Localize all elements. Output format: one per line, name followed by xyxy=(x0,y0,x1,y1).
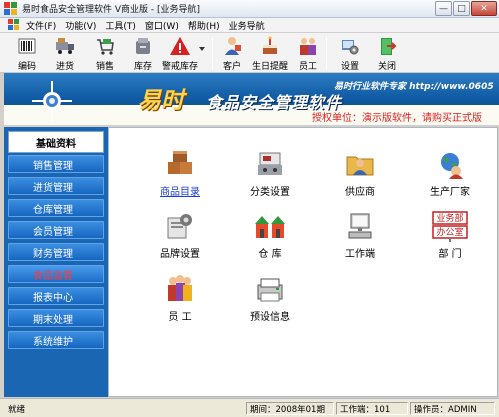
toolbar-stock-alert-button[interactable]: 警戒库存 xyxy=(162,35,198,72)
status-period: 期间：2008年01期 xyxy=(246,402,334,415)
birthday-cake-icon xyxy=(259,35,281,57)
status-ready: 就绪 xyxy=(8,404,26,415)
status-operator: 操作员：ADMIN xyxy=(410,402,495,415)
app-logo-icon xyxy=(4,1,18,16)
category-scale-icon xyxy=(254,148,286,180)
product-boxes-icon xyxy=(164,148,196,180)
status-bar: 就绪 期间：2008年01期 工作端：101 操作员：ADMIN xyxy=(0,398,499,417)
warning-icon xyxy=(169,35,191,57)
toolbar-separator xyxy=(212,37,213,69)
content-item-supplier[interactable]: 供应商 xyxy=(320,148,400,198)
exit-door-icon xyxy=(376,35,398,57)
toolbar-customer-button[interactable]: 客户 xyxy=(221,35,243,72)
toolbar-settings-button[interactable]: 设置 xyxy=(339,35,361,72)
preset-info-icon xyxy=(254,273,286,305)
settings-icon xyxy=(339,35,361,57)
sidebar-item-finance[interactable]: 财务管理 xyxy=(8,243,104,261)
employees-icon xyxy=(164,273,196,305)
department-sign-icon: 业务部 办公室 xyxy=(431,210,469,242)
sidebar-item-sales[interactable]: 销售管理 xyxy=(8,155,104,173)
customer-icon xyxy=(221,35,243,57)
menu-file[interactable]: 文件(F) xyxy=(26,19,56,32)
menu-business-nav[interactable]: 业务导航 xyxy=(229,19,265,32)
content-item-employees[interactable]: 员 工 xyxy=(140,273,220,323)
stock-alert-dropdown-arrow[interactable] xyxy=(199,47,205,51)
content-item-workstation[interactable]: 工作端 xyxy=(320,210,400,260)
shopping-cart-icon xyxy=(94,35,116,57)
content-item-manufacturer[interactable]: 生产厂家 xyxy=(410,148,490,198)
menu-tools[interactable]: 工具(T) xyxy=(105,19,136,32)
content-item-department[interactable]: 业务部 办公室 部 门 xyxy=(410,210,490,260)
title-bar: 易时食品安全管理软件 V商业版 - [业务导航] — □ ✕ xyxy=(0,0,499,18)
sidebar-item-period-end[interactable]: 期末处理 xyxy=(8,309,104,327)
toolbar-purchase-button[interactable]: 进货 xyxy=(54,35,76,72)
toolbar-birthday-button[interactable]: 生日提醒 xyxy=(252,35,288,72)
toolbar: 编码 进货 销售 库存 警戒库存 客户 生日提醒 员工 设置 关闭 xyxy=(0,33,499,73)
sign-business-dept: 业务部 xyxy=(436,212,463,224)
supplier-folder-icon xyxy=(344,148,376,180)
brand-banner: 易时行业软件专家 http://www.0605 易时 食品安全管理软件 授权单… xyxy=(4,73,499,125)
barcode-icon xyxy=(16,35,38,57)
banner-brand: 易时 xyxy=(138,87,184,114)
maximize-button[interactable]: □ xyxy=(453,1,470,16)
truck-icon xyxy=(54,35,76,57)
staff-icon xyxy=(297,35,319,57)
status-terminal: 工作端：101 xyxy=(336,402,408,415)
workstation-computer-icon xyxy=(344,210,376,242)
toolbar-staff-button[interactable]: 员工 xyxy=(297,35,319,72)
window-title: 易时食品安全管理软件 V商业版 - [业务导航] xyxy=(22,5,201,15)
manufacturer-globe-icon xyxy=(434,148,466,180)
sign-office: 办公室 xyxy=(436,226,463,238)
content-item-brand-settings[interactable]: 品牌设置 xyxy=(140,210,220,260)
minimize-button[interactable]: — xyxy=(435,1,452,16)
sidebar-item-system[interactable]: 系统维护 xyxy=(8,331,104,349)
sidebar: 基础资料 销售管理 进货管理 仓库管理 会员管理 财务管理 食品监管 报表中心 … xyxy=(4,127,108,397)
storage-box-icon xyxy=(132,35,154,57)
crosshair-logo-icon xyxy=(32,81,72,121)
sidebar-item-warehouse[interactable]: 仓库管理 xyxy=(8,199,104,217)
content-item-warehouse[interactable]: 仓 库 xyxy=(230,210,310,260)
license-notice: 授权单位：演示版软件，请购买正式版 xyxy=(312,113,482,124)
menu-help[interactable]: 帮助(H) xyxy=(188,19,220,32)
menu-function[interactable]: 功能(V) xyxy=(65,19,96,32)
content-item-product-catalog[interactable]: 商品目录 xyxy=(140,148,220,198)
toolbar-inventory-button[interactable]: 库存 xyxy=(132,35,154,72)
warehouse-icon xyxy=(254,210,286,242)
content-item-category-settings[interactable]: 分类设置 xyxy=(230,148,310,198)
close-window-button[interactable]: ✕ xyxy=(471,1,497,16)
sidebar-item-food-supervision[interactable]: 食品监管 xyxy=(8,265,104,283)
sidebar-item-purchase[interactable]: 进货管理 xyxy=(8,177,104,195)
content-item-preset-info[interactable]: 预设信息 xyxy=(230,273,310,323)
toolbar-barcode-button[interactable]: 编码 xyxy=(16,35,38,72)
menu-logo-icon xyxy=(8,19,20,31)
sidebar-header[interactable]: 基础资料 xyxy=(8,131,104,153)
main-content: 商品目录 分类设置 供应商 生产厂家 品牌设置 仓 库 工作端 业务部 办公室 … xyxy=(108,127,498,397)
toolbar-sales-button[interactable]: 销售 xyxy=(94,35,116,72)
banner-slogan: 易时行业软件专家 http://www.0605 xyxy=(334,82,494,92)
toolbar-exit-button[interactable]: 关闭 xyxy=(376,35,398,72)
sidebar-item-members[interactable]: 会员管理 xyxy=(8,221,104,239)
menu-window[interactable]: 窗口(W) xyxy=(145,19,179,32)
menu-bar: 文件(F) 功能(V) 工具(T) 窗口(W) 帮助(H) 业务导航 xyxy=(0,18,499,33)
brand-gear-icon xyxy=(164,210,196,242)
sidebar-item-reports[interactable]: 报表中心 xyxy=(8,287,104,305)
toolbar-separator xyxy=(326,37,327,69)
